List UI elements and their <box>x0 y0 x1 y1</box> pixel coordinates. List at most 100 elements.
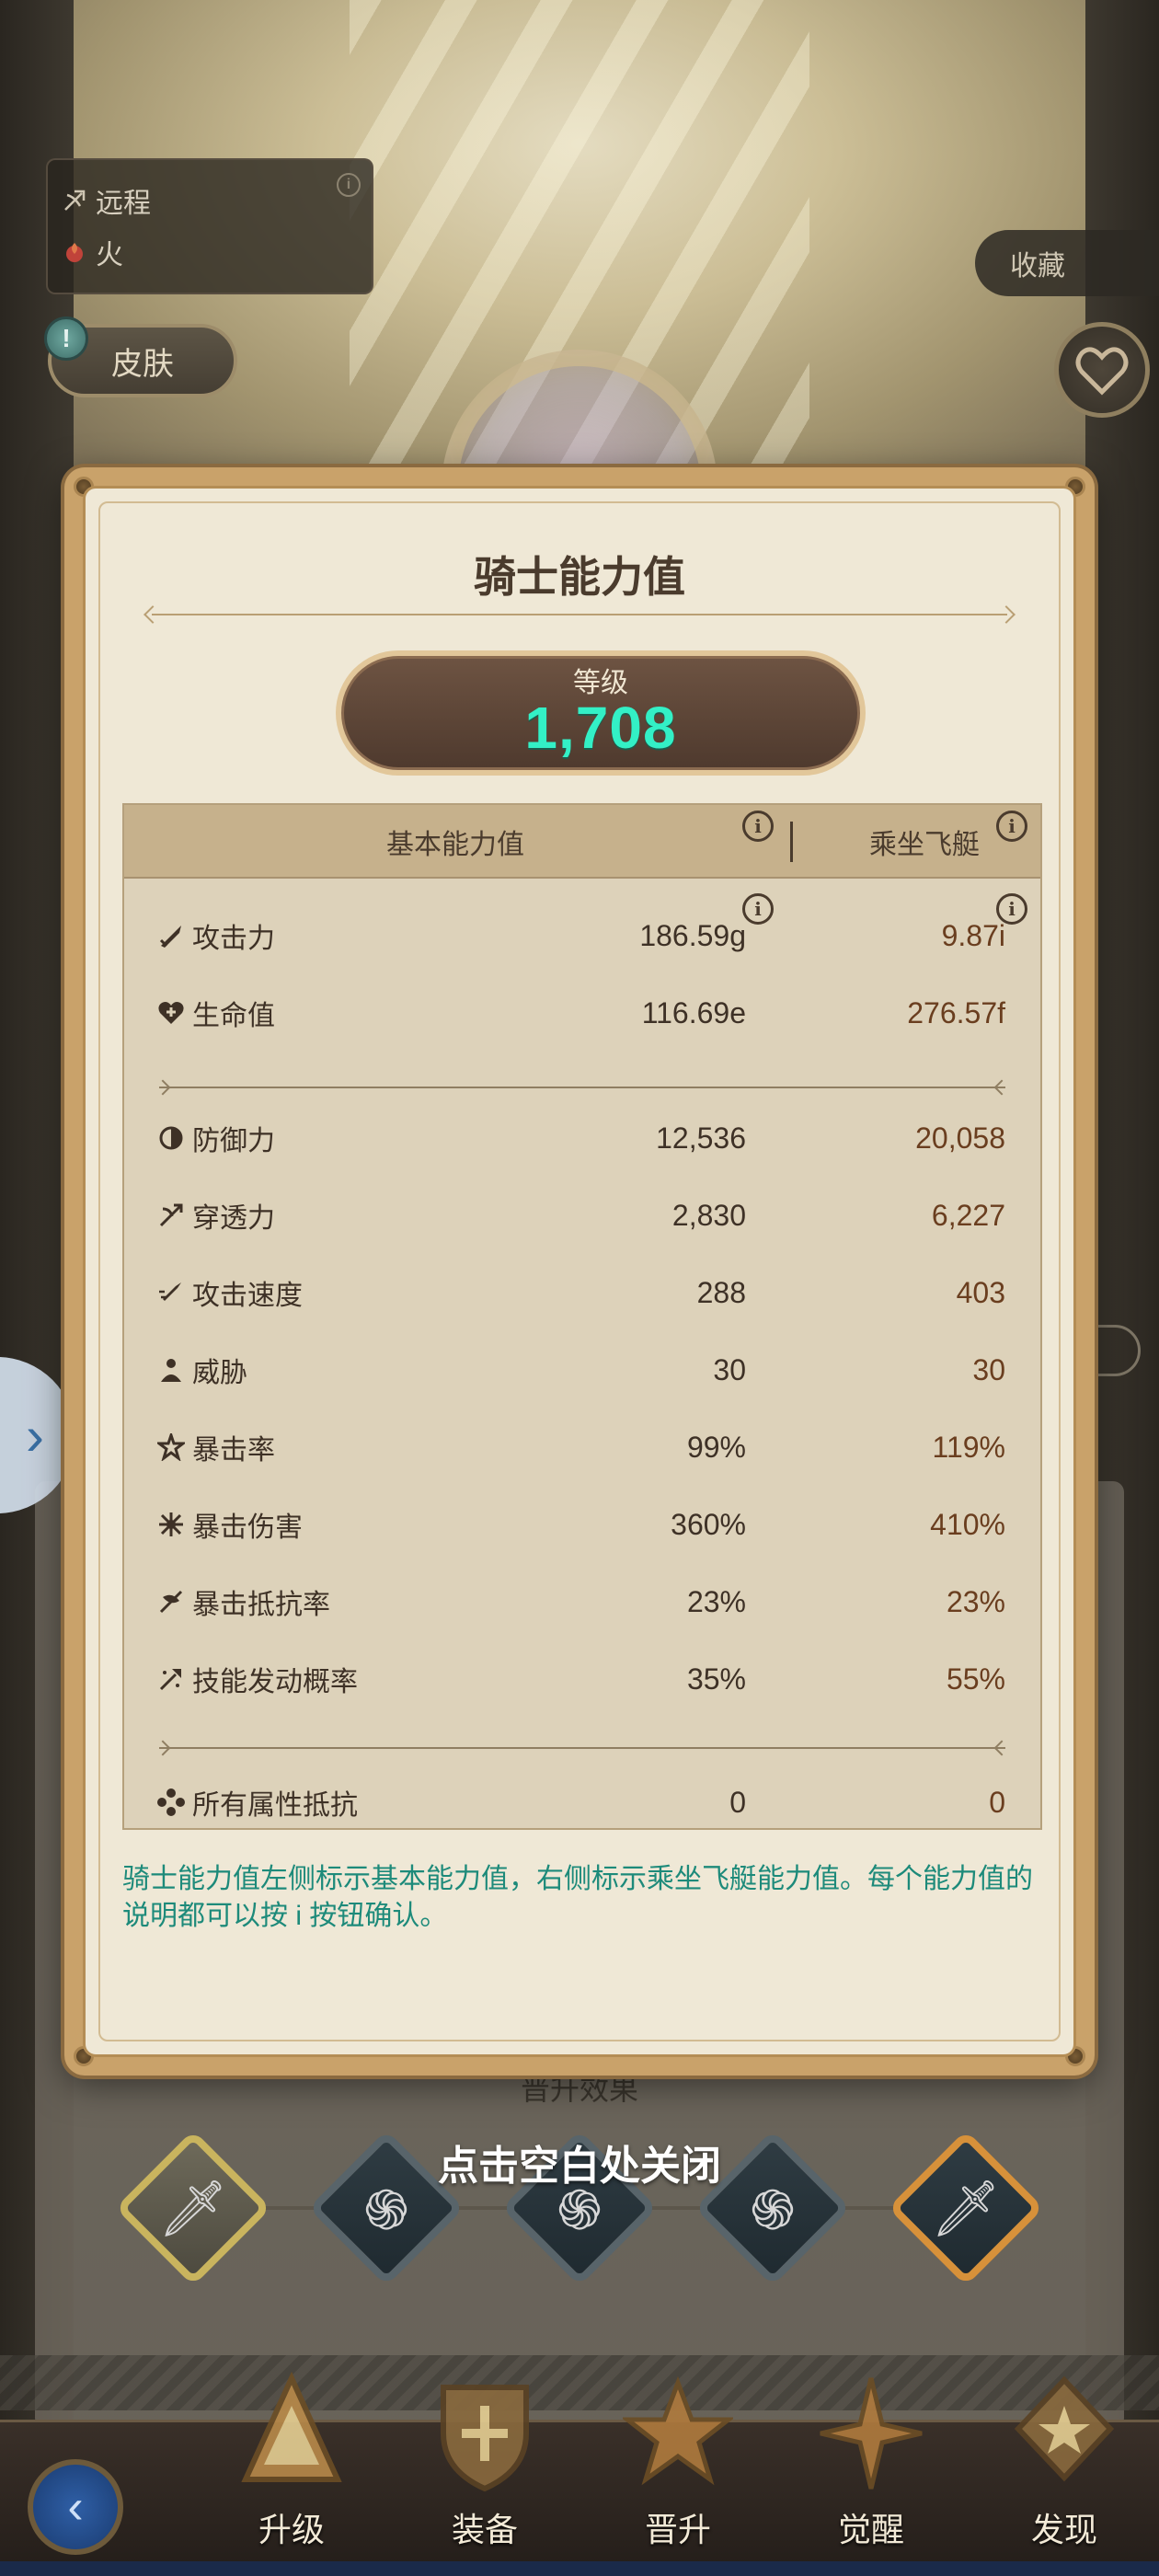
section-divider <box>159 1087 1005 1088</box>
level-value: 1,708 <box>524 695 677 761</box>
header-separator <box>790 822 793 862</box>
stat-row-crit-resist: 暴击抵抗率 23% 23% <box>124 1572 1040 1631</box>
nav-label: 觉醒 <box>837 2511 904 2548</box>
favorite-button[interactable]: 收藏 <box>975 230 1159 296</box>
nav-item-awaken[interactable]: 觉醒 <box>793 2377 949 2576</box>
stat-base-value: 23% <box>686 1584 746 1618</box>
stat-base-value: 360% <box>671 1507 746 1541</box>
fire-element-icon <box>61 238 88 266</box>
nav-label: 发现 <box>1030 2511 1097 2548</box>
bow-icon <box>61 187 88 214</box>
stat-ride-value: 119% <box>932 1430 1005 1464</box>
hero-type-box: 远程 火 i <box>46 158 373 294</box>
nav-item-upgrade[interactable]: 升级 <box>213 2371 370 2576</box>
stat-base-value: 30 <box>713 1352 746 1386</box>
nav-label: 晋升 <box>644 2511 711 2548</box>
type-info-icon[interactable]: i <box>337 173 361 197</box>
heart-icon <box>1075 347 1129 396</box>
system-bar-strip <box>0 2561 1159 2576</box>
skin-button-label: 皮肤 <box>111 346 174 382</box>
modal-title: 骑士能力值 <box>474 553 685 601</box>
stat-ride-value: 20,058 <box>915 1121 1005 1155</box>
stat-row-crit-damage: 暴击伤害 360% 410% <box>124 1495 1040 1554</box>
level-badge: 等级 1,708 <box>336 650 866 776</box>
crit-resist-icon <box>155 1586 187 1617</box>
stat-row-threat: 威胁 30 30 <box>124 1340 1040 1399</box>
attack-type-row: 远程 <box>61 180 151 221</box>
close-hint[interactable]: 点击空白处关闭 <box>0 2133 1159 2191</box>
stat-ride-value: 55% <box>946 1662 1005 1696</box>
sword-icon <box>155 920 187 951</box>
stat-name: 暴击率 <box>192 1435 275 1466</box>
nav-label: 装备 <box>451 2511 518 2548</box>
stat-name: 攻击速度 <box>192 1281 303 1311</box>
crit-rate-icon <box>155 1432 187 1463</box>
element-label: 火 <box>96 240 123 270</box>
info-icon[interactable]: i <box>742 811 774 842</box>
stat-name: 暴击伤害 <box>192 1512 303 1543</box>
back-button[interactable]: ‹ <box>28 2459 123 2555</box>
stat-ride-value: 23% <box>946 1584 1005 1618</box>
nav-label: 升级 <box>258 2511 325 2548</box>
stat-ride-value: 410% <box>930 1507 1005 1541</box>
stats-explanation-note: 骑士能力值左侧标示基本能力值，右侧标示乘坐飞艇能力值。每个能力值的说明都可以按 … <box>122 1864 1033 1931</box>
element-row: 火 <box>61 232 123 272</box>
nav-item-equipment[interactable]: 装备 <box>407 2385 563 2576</box>
skin-alert-badge: ! <box>44 316 88 361</box>
stat-row-defense: 防御力 12,536 20,058 <box>124 1109 1040 1167</box>
hatched-divider <box>0 2355 1159 2410</box>
crit-damage-icon <box>155 1509 187 1540</box>
stat-base-value: 12,536 <box>656 1121 746 1155</box>
knight-stats-modal: 骑士能力值 等级 1,708 基本能力值 i 乘坐飞艇 i i i 攻击力 18… <box>64 467 1095 2076</box>
stat-name: 生命值 <box>192 1001 275 1031</box>
stats-table-header: 基本能力值 i 乘坐飞艇 i <box>124 805 1040 879</box>
stat-row-skill-trigger: 技能发动概率 35% 55% <box>124 1650 1040 1708</box>
nav-item-discover[interactable]: 发现 <box>986 2375 1142 2576</box>
chevron-right-icon: › <box>26 1404 44 1466</box>
section-divider <box>159 1747 1005 1749</box>
speed-sword-icon <box>155 1277 187 1308</box>
stat-ride-value: 30 <box>972 1352 1005 1386</box>
stat-ride-value: 0 <box>989 1785 1005 1819</box>
upgrade-icon <box>241 2371 342 2482</box>
stat-name: 攻击力 <box>192 924 275 954</box>
stat-ride-value: 276.57f <box>907 995 1005 1029</box>
header-basic: 基本能力值 <box>386 830 524 860</box>
stat-ride-value: 403 <box>956 1275 1005 1309</box>
chevron-left-icon: ‹ <box>67 2480 84 2534</box>
info-icon[interactable]: i <box>996 811 1027 842</box>
title-divider <box>152 614 1007 615</box>
stat-base-value: 186.59g <box>639 918 746 952</box>
shield-icon <box>155 1122 187 1154</box>
stat-base-value: 2,830 <box>671 1198 746 1232</box>
all-resist-icon <box>155 1787 187 1818</box>
promote-icon <box>623 2375 733 2486</box>
stat-name: 所有属性抵抗 <box>192 1790 358 1821</box>
skill-trigger-icon <box>155 1663 187 1695</box>
stat-base-value: 0 <box>729 1785 746 1819</box>
stat-row-penetration: 穿透力 2,830 6,227 <box>124 1186 1040 1245</box>
heart-cross-icon <box>155 997 187 1029</box>
stat-name: 暴击抵抗率 <box>192 1590 330 1620</box>
equipment-icon <box>441 2385 529 2492</box>
stat-row-hp: 生命值 116.69e 276.57f <box>124 983 1040 1042</box>
nav-item-promote[interactable]: 晋升 <box>600 2375 756 2576</box>
bottom-nav: ‹ 升级 装备 晋升 觉醒 发现 <box>0 2371 1159 2576</box>
heart-button[interactable] <box>1054 322 1150 418</box>
stat-row-all-resist: 所有属性抵抗 0 0 <box>124 1773 1040 1832</box>
stats-table: 基本能力值 i 乘坐飞艇 i i i 攻击力 186.59g 9.87i 生命值… <box>122 803 1042 1830</box>
pierce-icon <box>155 1200 187 1231</box>
stat-base-value: 99% <box>686 1430 746 1464</box>
stat-base-value: 35% <box>686 1662 746 1696</box>
stat-row-crit-rate: 暴击率 99% 119% <box>124 1418 1040 1477</box>
favorite-label: 收藏 <box>1010 251 1065 282</box>
stat-name: 威胁 <box>192 1358 247 1388</box>
stat-row-attack-speed: 攻击速度 288 403 <box>124 1263 1040 1322</box>
stat-name: 防御力 <box>192 1126 275 1156</box>
attack-type-label: 远程 <box>96 189 151 219</box>
modal-body: 骑士能力值 等级 1,708 基本能力值 i 乘坐飞艇 i i i 攻击力 18… <box>83 486 1076 2057</box>
stat-ride-value: 9.87i <box>941 918 1005 952</box>
stat-base-value: 288 <box>696 1275 746 1309</box>
stat-row-attack: 攻击力 186.59g 9.87i <box>124 906 1040 965</box>
threat-icon <box>155 1354 187 1386</box>
